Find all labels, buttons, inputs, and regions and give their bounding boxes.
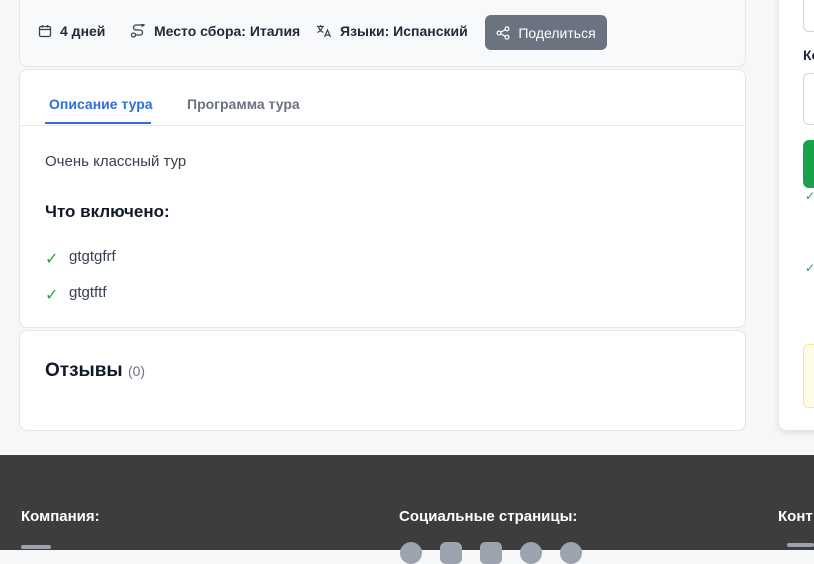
included-item-text: gtgtgfrf bbox=[69, 247, 116, 265]
reviews-heading: Отзывы (0) bbox=[45, 360, 145, 382]
tour-details-card: Описание тура Программа тура Очень класс… bbox=[19, 69, 746, 328]
share-label: Поделиться bbox=[518, 24, 596, 41]
footer-contacts-heading: Конт bbox=[778, 508, 813, 525]
booking-field-label: Ко bbox=[803, 47, 814, 63]
reviews-card: Отзывы (0) bbox=[19, 330, 746, 431]
checkmark-icon: ✓ bbox=[805, 189, 814, 203]
checkmark-icon: ✓ bbox=[45, 287, 59, 304]
meeting-point-info: Место сбора: Италия bbox=[130, 23, 300, 39]
facebook-icon[interactable] bbox=[400, 542, 422, 564]
booking-sidebar: Ко ✓ ✓ bbox=[779, 0, 814, 430]
tour-description: Очень классный тур bbox=[45, 153, 187, 170]
reviews-count: (0) bbox=[127, 363, 146, 379]
footer-link[interactable] bbox=[21, 545, 51, 549]
booking-select[interactable] bbox=[803, 73, 814, 125]
share-button[interactable]: Поделиться bbox=[485, 15, 607, 50]
active-tab-indicator bbox=[45, 122, 151, 124]
site-footer: Компания: Социальные страницы: Конт bbox=[0, 455, 814, 564]
languages-text: Языки: Испанский bbox=[340, 23, 468, 39]
booking-notice bbox=[803, 344, 814, 408]
reviews-title-text: Отзывы bbox=[45, 360, 123, 381]
checkmark-icon: ✓ bbox=[45, 251, 59, 268]
tab-tour-description[interactable]: Описание тура bbox=[49, 96, 153, 112]
checkmark-icon: ✓ bbox=[805, 261, 814, 275]
duration-text: 4 дней bbox=[60, 23, 106, 39]
booking-submit-button[interactable] bbox=[803, 140, 814, 188]
route-icon bbox=[130, 24, 146, 38]
booking-input[interactable] bbox=[803, 0, 814, 32]
included-heading: Что включено: bbox=[45, 202, 170, 221]
included-item-text: gtgtftf bbox=[69, 283, 107, 301]
tour-tabs: Описание тура Программа тура bbox=[20, 70, 745, 126]
tab-tour-program[interactable]: Программа тура bbox=[187, 96, 300, 112]
meeting-point-text: Место сбора: Италия bbox=[154, 23, 301, 39]
telegram-icon[interactable] bbox=[560, 542, 582, 564]
youtube-icon[interactable] bbox=[480, 542, 502, 564]
whatsapp-icon[interactable] bbox=[520, 542, 542, 564]
languages-info: Языки: Испанский bbox=[316, 23, 468, 39]
tour-info-bar: 4 дней Место сбора: Италия Языки: Испанс… bbox=[19, 0, 746, 67]
footer-contact-text bbox=[787, 543, 814, 547]
footer-company-heading: Компания: bbox=[21, 508, 100, 525]
share-icon bbox=[496, 25, 510, 40]
included-item: ✓ gtgtftf bbox=[45, 279, 107, 305]
calendar-icon bbox=[38, 25, 52, 38]
translate-icon bbox=[317, 25, 332, 38]
footer-social-heading: Социальные страницы: bbox=[399, 508, 578, 525]
included-item: ✓ gtgtgfrf bbox=[45, 243, 116, 269]
duration-info: 4 дней bbox=[38, 23, 105, 39]
instagram-icon[interactable] bbox=[440, 542, 462, 564]
